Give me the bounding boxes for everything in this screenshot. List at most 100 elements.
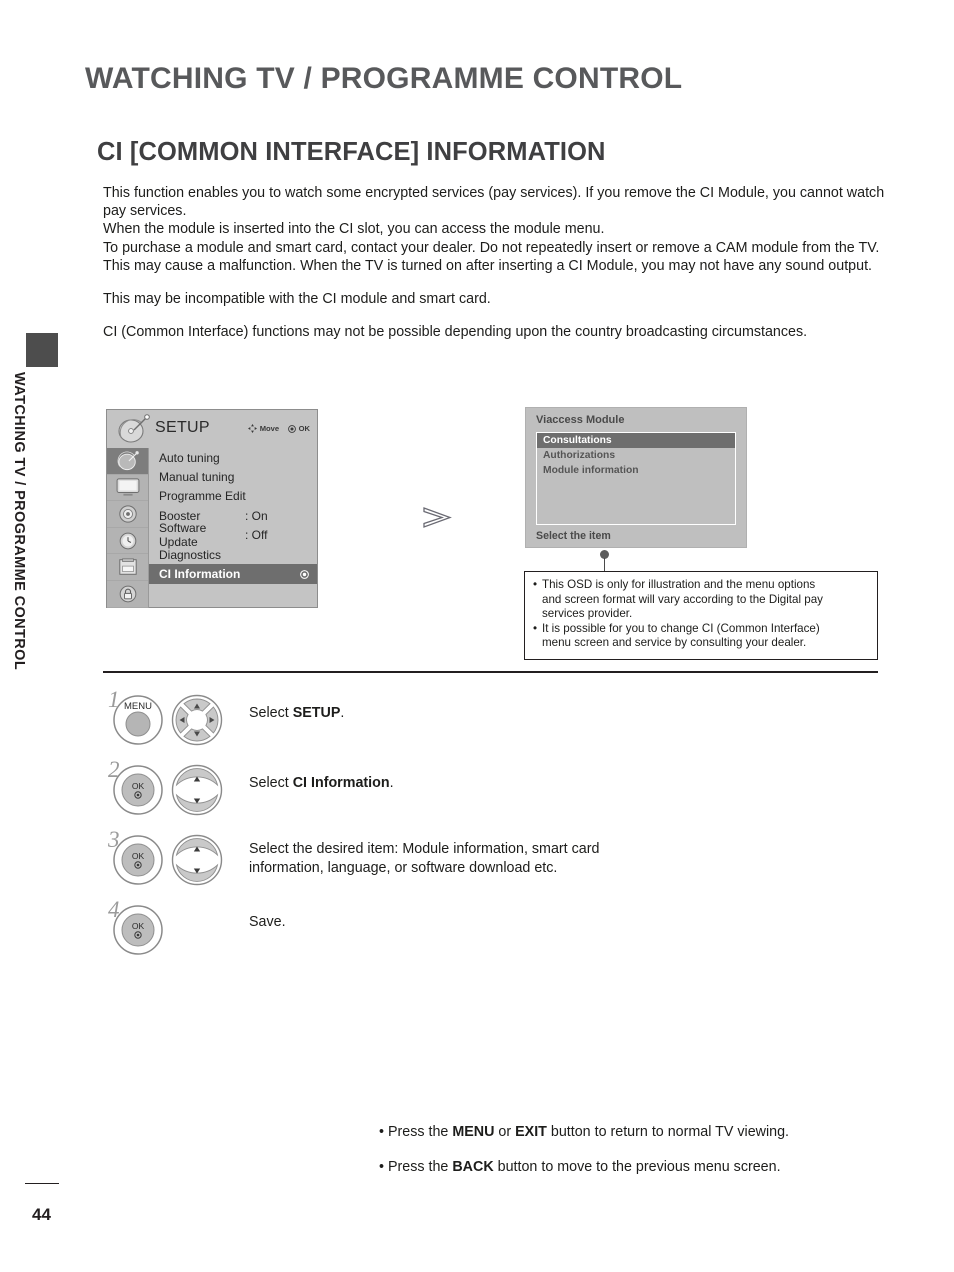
osd-item-auto-tuning[interactable]: Auto tuning (149, 448, 317, 467)
osd-item-software-update[interactable]: Software Update : Off (149, 521, 317, 549)
step-1-text-post: . (340, 705, 345, 721)
side-tab-marker (26, 333, 58, 367)
step-1-text-pre: Select (249, 705, 293, 721)
satellite-dish-icon (118, 414, 150, 443)
footer-rule (25, 1183, 59, 1184)
svg-text:OK: OK (132, 781, 145, 791)
note-post: button to move to the previous menu scre… (493, 1159, 781, 1175)
body-text: This function enables you to watch some … (103, 184, 893, 341)
viaccess-item-module-information[interactable]: Module information (537, 463, 735, 478)
ok-button[interactable]: OK (112, 764, 164, 816)
satellite-dish-icon (117, 450, 139, 470)
osd-item-label: Auto tuning (159, 450, 220, 465)
viaccess-item-authorizations[interactable]: Authorizations (537, 448, 735, 463)
osd-icon-time[interactable] (107, 528, 148, 555)
step-2-text-pre: Select (249, 775, 293, 791)
menu-button[interactable]: MENU (112, 694, 164, 746)
callout-bullet-1-line-2: and screen format will vary according to… (533, 593, 870, 608)
speaker-icon (118, 505, 137, 523)
note-bold-exit: EXIT (515, 1124, 547, 1140)
note-post: button to return to normal TV viewing. (546, 1124, 790, 1140)
viaccess-title: Viaccess Module (536, 414, 625, 426)
viaccess-footer-hint: Select the item (536, 530, 611, 542)
note-bold-menu: MENU (452, 1124, 495, 1140)
note-back: • Press the BACK button to move to the p… (379, 1159, 781, 1175)
setup-box-icon (118, 558, 137, 575)
step-2-text-bold: CI Information (292, 775, 390, 791)
osd-menu-list: Auto tuning Manual tuning Programme Edit… (149, 448, 317, 608)
viaccess-item-list: Consultations Authorizations Module info… (536, 432, 736, 525)
hint-ok: OK (288, 424, 310, 433)
viaccess-item-label: Module information (543, 465, 639, 476)
page-number: 44 (32, 1205, 51, 1224)
hint-ok-label: OK (298, 424, 310, 433)
viaccess-item-label: Consultations (543, 435, 612, 446)
osd-icon-picture[interactable] (107, 475, 148, 502)
osd-item-label: Manual tuning (159, 470, 235, 485)
osd-item-label: Software Update (159, 521, 207, 550)
osd-item-label: Diagnostics (159, 547, 222, 562)
svg-text:OK: OK (132, 851, 145, 861)
osd-icon-setup[interactable] (107, 554, 148, 581)
svg-text:OK: OK (132, 921, 145, 931)
callout-text: It is possible for you to change CI (Com… (542, 621, 820, 635)
callout-text: This OSD is only for illustration and th… (542, 578, 816, 591)
ok-button[interactable]: OK (112, 834, 164, 886)
osd-icon-channel[interactable] (107, 448, 148, 475)
section-title: CI [COMMON INTERFACE] INFORMATION (97, 138, 606, 166)
viaccess-item-consultations[interactable]: Consultations (537, 433, 735, 448)
step-1-text: Select SETUP. (249, 704, 344, 723)
setup-osd-screenshot: SETUP Move OK Auto tuning Manual tuning … (106, 409, 318, 608)
osd-item-label: Programme Edit (159, 489, 246, 504)
step-3-text-line-1: Select the desired item: Module informat… (249, 841, 600, 857)
callout-text: menu screen and service by consulting yo… (542, 636, 807, 650)
four-way-navigation-button[interactable] (170, 694, 224, 746)
step-2-text: Select CI Information. (249, 774, 394, 793)
osd-icon-lock[interactable] (107, 581, 148, 608)
callout-connector-line (604, 558, 605, 572)
section-divider (103, 671, 878, 673)
page-running-head: WATCHING TV / PROGRAMME CONTROL (85, 62, 683, 95)
note-pre: • Press the (379, 1124, 453, 1140)
manual-page: WATCHING TV / PROGRAMME CONTROL WATCHING… (0, 0, 954, 1272)
osd-icon-sound[interactable] (107, 501, 148, 528)
step-3-text: Select the desired item: Module informat… (249, 840, 599, 878)
osd-item-ci-information[interactable]: CI Information (149, 564, 317, 584)
paragraph-1: This function enables you to watch some … (103, 185, 885, 274)
osd-item-manual-tuning[interactable]: Manual tuning (149, 467, 317, 486)
osd-hints: Move OK (248, 424, 310, 433)
step-2-text-post: . (389, 775, 394, 791)
up-down-navigation-button[interactable] (170, 764, 224, 816)
up-down-navigation-button[interactable] (170, 834, 224, 886)
callout-text: services provider. (542, 607, 633, 621)
four-way-move-icon (248, 424, 258, 433)
ok-circle-icon (300, 569, 309, 579)
lock-icon (119, 585, 136, 603)
paragraph-2: This may be incompatible with the CI mod… (103, 291, 491, 308)
callout-bullet-1: • This OSD is only for illustration and … (533, 578, 870, 593)
osd-item-label: CI Information (159, 567, 241, 582)
hint-move: Move (248, 424, 279, 433)
bullet-icon: • (533, 621, 538, 635)
osd-item-programme-edit[interactable]: Programme Edit (149, 487, 317, 506)
note-bold-back: BACK (452, 1159, 494, 1175)
step-1-text-bold: SETUP (292, 705, 341, 721)
hint-move-label: Move (259, 424, 280, 433)
svg-text:MENU: MENU (124, 701, 152, 712)
clock-timer-icon (119, 532, 136, 549)
osd-title: SETUP (155, 419, 210, 436)
note-menu-exit: • Press the MENU or EXIT button to retur… (379, 1124, 789, 1140)
callout-box: • This OSD is only for illustration and … (524, 571, 878, 660)
osd-body: Auto tuning Manual tuning Programme Edit… (107, 448, 317, 608)
note-mid: or (494, 1124, 516, 1140)
side-tab-vertical-title: WATCHING TV / PROGRAMME CONTROL (11, 372, 27, 671)
step-3-text-line-2: information, language, or software downl… (249, 860, 558, 876)
ok-button[interactable]: OK (112, 904, 164, 956)
viaccess-module-screenshot: Viaccess Module Consultations Authorizat… (525, 407, 747, 548)
note-pre: • Press the (379, 1159, 453, 1175)
osd-icon-column (107, 448, 149, 608)
ok-circle-icon (288, 424, 296, 433)
